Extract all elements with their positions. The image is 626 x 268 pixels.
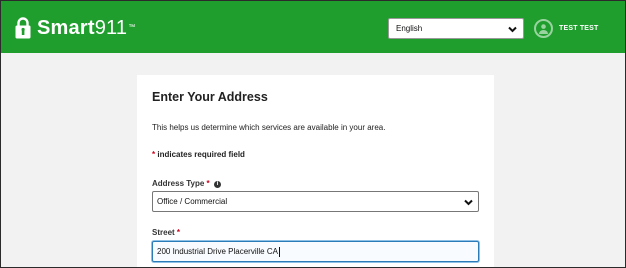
- required-field-note: * indicates required field: [152, 150, 245, 159]
- required-asterisk: *: [206, 179, 210, 188]
- street-label-text: Street: [152, 228, 175, 237]
- required-note-text: indicates required field: [157, 150, 245, 159]
- street-label: Street *: [152, 228, 180, 237]
- street-value: 200 Industrial Drive Placerville CA: [157, 247, 278, 256]
- smart911-logo[interactable]: Smart911™: [15, 15, 135, 41]
- language-select[interactable]: English: [388, 18, 524, 39]
- app-window: Smart911™ English TEST TEST Enter Your A…: [0, 0, 626, 268]
- language-value: English: [396, 24, 423, 33]
- address-type-select[interactable]: Office / Commercial: [152, 191, 479, 212]
- text-cursor: [278, 246, 280, 257]
- address-type-value: Office / Commercial: [157, 197, 228, 206]
- lock-icon: [15, 17, 31, 39]
- user-avatar-icon: [534, 18, 553, 38]
- required-asterisk: *: [176, 228, 181, 237]
- user-name: TEST TEST: [559, 24, 599, 32]
- info-icon[interactable]: i: [213, 181, 221, 188]
- required-asterisk: *: [152, 150, 156, 159]
- user-menu[interactable]: TEST TEST: [534, 16, 599, 40]
- address-type-label-text: Address Type: [152, 179, 205, 188]
- form-description: This helps us determine which services a…: [152, 123, 386, 132]
- brand-name: Smart911™: [37, 17, 135, 39]
- address-type-label: Address Type * i: [152, 179, 221, 188]
- page-title: Enter Your Address: [152, 90, 268, 104]
- brand-bold: Smart: [37, 17, 95, 39]
- brand-number: 911: [94, 17, 128, 39]
- top-bar: Smart911™ English TEST TEST: [1, 1, 625, 53]
- street-input[interactable]: 200 Industrial Drive Placerville CA: [152, 241, 479, 262]
- chevron-down-icon: [508, 26, 517, 33]
- chevron-down-icon: [464, 199, 473, 206]
- trademark: ™: [128, 24, 136, 31]
- address-form-card: Enter Your Address This helps us determi…: [137, 75, 494, 267]
